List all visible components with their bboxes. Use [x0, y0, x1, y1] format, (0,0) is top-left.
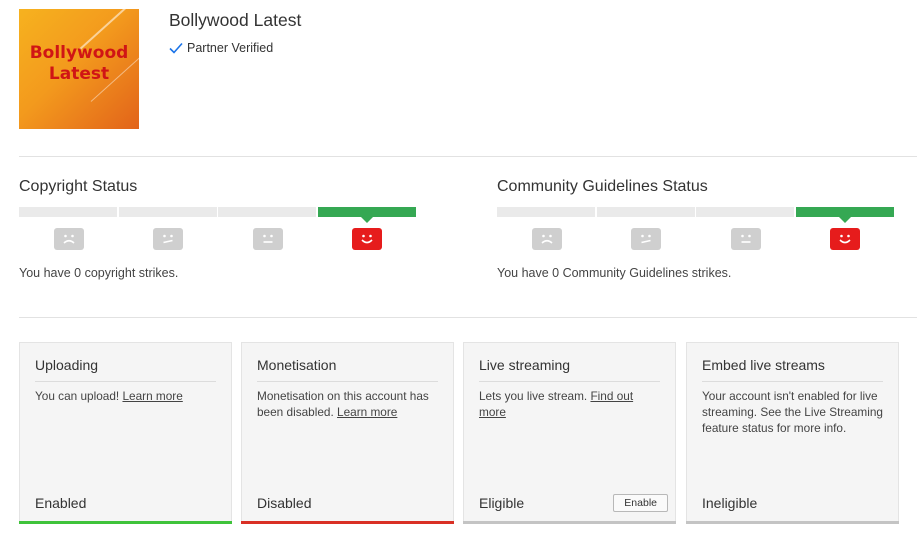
card-status: Enabled	[35, 495, 87, 511]
card-status: Eligible	[479, 495, 525, 511]
unsure-face-icon	[153, 228, 184, 250]
copyright-faces	[19, 228, 419, 250]
neutral-face-icon	[252, 228, 283, 250]
status-bar	[686, 521, 899, 524]
status-bar	[19, 521, 232, 524]
community-strike-bar	[497, 207, 897, 223]
strike-segment	[19, 207, 117, 217]
thumbnail-logo-text: Bollywood Latest	[29, 43, 129, 84]
live-streaming-card: Live streaming Lets you live stream. Fin…	[463, 342, 676, 524]
status-bar	[463, 521, 676, 524]
enable-button[interactable]: Enable	[613, 494, 668, 512]
strike-segment-active	[317, 207, 416, 223]
embed-live-streams-card: Embed live streams Your account isn't en…	[686, 342, 899, 524]
card-title: Embed live streams	[702, 357, 883, 382]
copyright-status-title: Copyright Status	[19, 178, 138, 195]
community-status-title: Community Guidelines Status	[497, 178, 708, 195]
card-title: Monetisation	[257, 357, 438, 382]
strike-segment	[596, 207, 695, 217]
card-title: Live streaming	[479, 357, 660, 382]
card-description: Monetisation on this account has been di…	[257, 389, 429, 419]
copyright-strike-bar	[19, 207, 419, 223]
card-status: Ineligible	[702, 495, 758, 511]
neutral-face-icon	[730, 228, 761, 250]
community-guidelines-status: Community Guidelines Status You have 0 C…	[497, 178, 897, 280]
strike-segment	[118, 207, 217, 217]
strike-segment	[218, 207, 316, 217]
channel-thumbnail: Bollywood Latest	[19, 9, 139, 129]
unsure-face-icon	[631, 228, 662, 250]
card-title: Uploading	[35, 357, 216, 382]
happy-face-icon	[352, 228, 383, 250]
status-bar	[241, 521, 454, 524]
sad-face-icon	[53, 228, 84, 250]
verified-label: Partner Verified	[187, 41, 274, 55]
community-strikes-message: You have 0 Community Guidelines strikes.	[497, 266, 732, 280]
checkmark-icon	[169, 42, 183, 54]
strike-segment	[497, 207, 595, 217]
verified-badge: Partner Verified	[169, 41, 273, 55]
card-description: Lets you live stream. Find out more	[479, 389, 634, 419]
happy-face-icon	[830, 228, 861, 250]
card-description: Your account isn't enabled for live stre…	[702, 389, 883, 435]
divider	[19, 317, 917, 318]
copyright-strikes-message: You have 0 copyright strikes.	[19, 266, 179, 280]
strike-segment-active	[795, 207, 894, 223]
community-faces	[497, 228, 897, 250]
card-status: Disabled	[257, 495, 312, 511]
monetisation-card: Monetisation Monetisation on this accoun…	[241, 342, 454, 524]
strike-segment	[696, 207, 794, 217]
copyright-status: Copyright Status You have 0 copyright st…	[19, 178, 419, 280]
learn-more-link[interactable]: Learn more	[122, 389, 182, 403]
divider	[19, 156, 917, 157]
learn-more-link[interactable]: Learn more	[337, 405, 397, 419]
card-description: You can upload! Learn more	[35, 389, 183, 403]
channel-name: Bollywood Latest	[169, 10, 302, 30]
uploading-card: Uploading You can upload! Learn more Ena…	[19, 342, 232, 524]
sad-face-icon	[531, 228, 562, 250]
